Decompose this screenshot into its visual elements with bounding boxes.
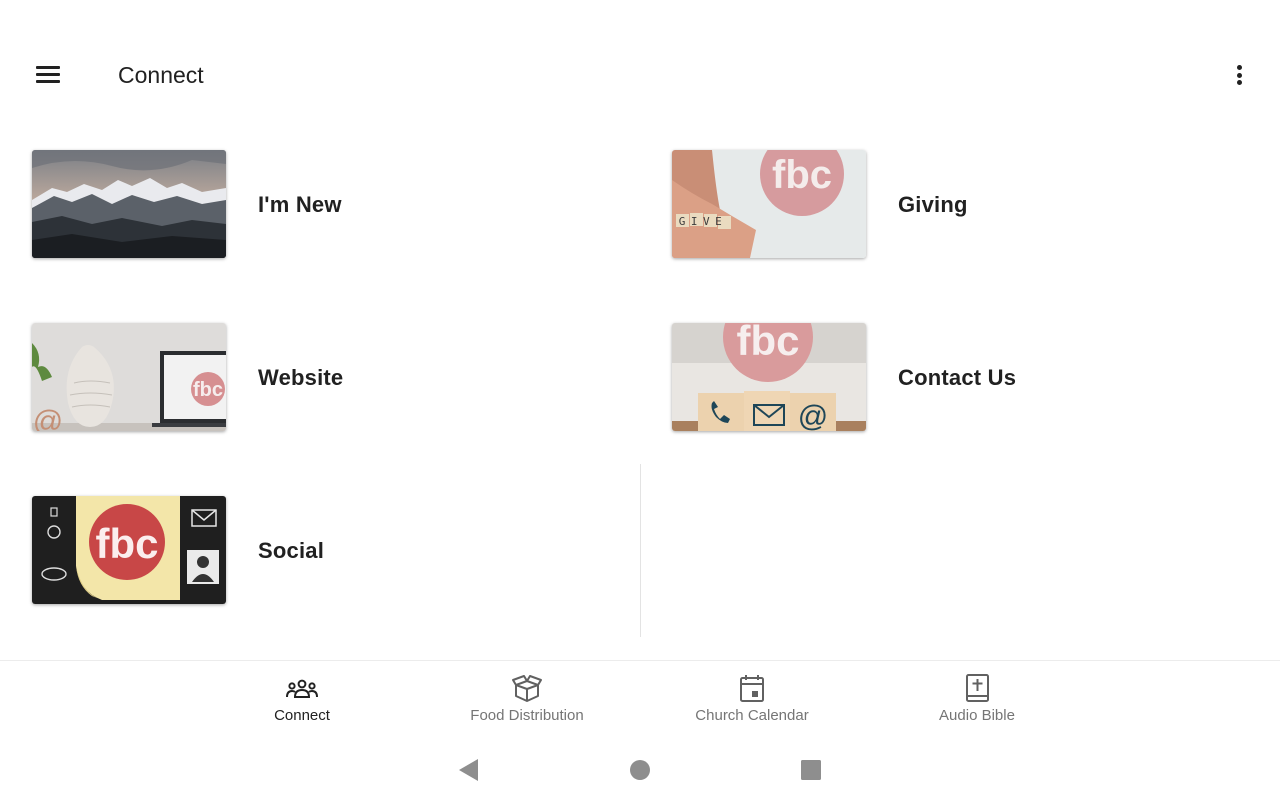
tile-label: Social bbox=[258, 538, 325, 563]
hamburger-menu-icon[interactable] bbox=[30, 60, 66, 90]
tile-social[interactable]: fbc Social bbox=[0, 464, 640, 637]
fbc-logo-text: fbc bbox=[96, 520, 159, 567]
tile-im-new[interactable]: I'm New bbox=[0, 118, 640, 291]
nav-item-food-distribution[interactable]: Food Distribution bbox=[427, 673, 627, 733]
bible-book-icon bbox=[966, 674, 989, 702]
home-circle-icon[interactable] bbox=[625, 756, 655, 784]
nav-item-audio-bible[interactable]: Audio Bible bbox=[877, 673, 1077, 733]
back-triangle-icon[interactable] bbox=[454, 756, 484, 784]
app-bar: Connect bbox=[0, 0, 1280, 118]
nav-label: Audio Bible bbox=[939, 707, 1015, 724]
mountain-range-photo bbox=[32, 150, 226, 258]
open-box-icon bbox=[512, 675, 542, 702]
calendar-icon bbox=[740, 675, 764, 702]
at-symbol-text: @ bbox=[33, 405, 63, 431]
tile-website[interactable]: fbc @ Website bbox=[0, 291, 640, 464]
hands-give-fbc-photo: fbc GIVE bbox=[672, 150, 866, 258]
tile-contact-us[interactable]: fbc @ Contact Us bbox=[640, 291, 1280, 464]
tile-label: Website bbox=[258, 365, 344, 390]
contact-blocks-fbc-photo: fbc @ bbox=[672, 323, 866, 431]
tile-label: Giving bbox=[898, 192, 968, 217]
system-navigation-bar bbox=[0, 740, 1280, 800]
more-vert-icon[interactable] bbox=[1226, 60, 1254, 90]
sticky-note-fbc-photo: fbc bbox=[32, 496, 226, 604]
recents-square-icon[interactable] bbox=[796, 756, 826, 784]
tile-label: I'm New bbox=[258, 192, 342, 217]
fbc-logo-text: fbc bbox=[193, 379, 223, 401]
nav-label: Food Distribution bbox=[470, 707, 584, 724]
groups-icon bbox=[286, 679, 318, 698]
nav-item-church-calendar[interactable]: Church Calendar bbox=[652, 673, 852, 733]
at-symbol-text: @ bbox=[798, 400, 828, 431]
tile-label: Contact Us bbox=[898, 365, 1017, 390]
fbc-logo-text: fbc bbox=[772, 153, 832, 197]
nav-label: Church Calendar bbox=[695, 707, 809, 724]
tile-giving[interactable]: fbc GIVE Giving bbox=[640, 118, 1280, 291]
nav-label: Connect bbox=[274, 707, 330, 724]
give-word-text: GIVE bbox=[679, 215, 728, 228]
fbc-logo-text: fbc bbox=[737, 323, 800, 364]
page-title: Connect bbox=[118, 62, 204, 88]
nav-item-connect[interactable]: Connect bbox=[202, 673, 402, 733]
vase-laptop-fbc-photo: fbc @ bbox=[32, 323, 226, 431]
bottom-navigation: Connect Food Distribution Church Calenda… bbox=[0, 660, 1280, 740]
